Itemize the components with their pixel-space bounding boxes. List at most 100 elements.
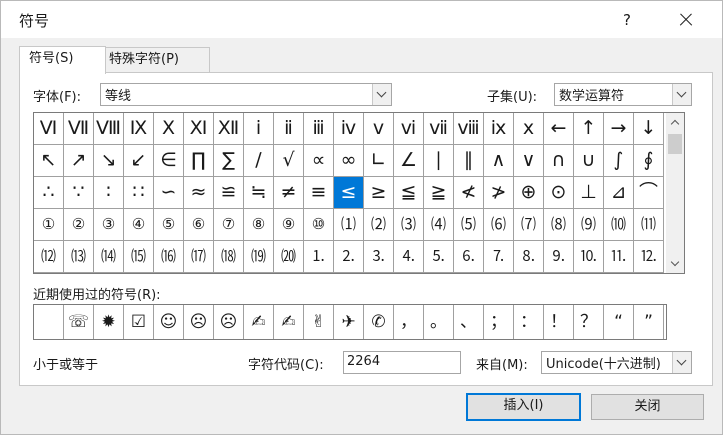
recent-symbol-cell[interactable]: ☏ [64, 305, 94, 339]
symbol-cell[interactable]: ∽ [154, 177, 184, 209]
symbol-cell[interactable]: ⅳ [334, 113, 364, 145]
symbol-cell[interactable]: ⅰ [244, 113, 274, 145]
symbol-cell[interactable]: ∝ [304, 145, 334, 177]
symbol-cell[interactable]: ∨ [514, 145, 544, 177]
symbol-cell[interactable]: ⅷ [454, 113, 484, 145]
symbol-cell[interactable]: ≌ [214, 177, 244, 209]
symbol-cell[interactable]: → [604, 113, 634, 145]
symbol-cell[interactable]: ⑼ [574, 209, 604, 241]
symbol-cell[interactable]: ⒄ [184, 241, 214, 273]
symbol-cell[interactable]: ⅵ [394, 113, 424, 145]
symbol-cell[interactable]: ⑾ [634, 209, 664, 241]
recent-symbol-cell[interactable]: ☑ [124, 305, 154, 339]
symbol-cell[interactable]: ⑸ [454, 209, 484, 241]
recent-symbol-cell[interactable]: ✆ [364, 305, 394, 339]
symbol-cell[interactable]: ⒅ [214, 241, 244, 273]
symbol-cell[interactable]: ⅸ [484, 113, 514, 145]
symbol-cell[interactable]: √ [274, 145, 304, 177]
from-select[interactable]: Unicode(十六进制) [541, 351, 692, 374]
scroll-down-icon[interactable] [666, 255, 684, 273]
symbol-cell[interactable]: Ⅸ [124, 113, 154, 145]
symbol-cell[interactable]: ↑ [574, 113, 604, 145]
symbol-cell[interactable]: ⒐ [544, 241, 574, 273]
recent-symbol-cell[interactable]: 。 [424, 305, 454, 339]
recent-symbol-cell[interactable]: ✈ [334, 305, 364, 339]
symbol-cell[interactable]: ≮ [454, 177, 484, 209]
recent-symbol-cell[interactable]: ✌ [304, 305, 334, 339]
insert-button[interactable]: 插入(I) [466, 393, 581, 421]
symbol-cell[interactable]: ∑ [214, 145, 244, 177]
symbol-cell[interactable]: ⑨ [274, 209, 304, 241]
symbol-cell[interactable]: ⑵ [364, 209, 394, 241]
help-button[interactable]: ? [614, 7, 640, 33]
symbol-cell[interactable]: ↘ [94, 145, 124, 177]
symbol-cell[interactable]: ⅲ [304, 113, 334, 145]
symbol-cell[interactable]: ↓ [634, 113, 664, 145]
symbol-cell[interactable]: ↖ [34, 145, 64, 177]
chevron-down-icon[interactable] [672, 352, 691, 373]
symbol-cell[interactable]: ⑽ [604, 209, 634, 241]
symbol-cell[interactable]: ≧ [424, 177, 454, 209]
symbol-cell[interactable]: ⅱ [274, 113, 304, 145]
recent-symbol-cell[interactable]: 、 [454, 305, 484, 339]
symbol-cell[interactable]: ⊕ [514, 177, 544, 209]
symbol-cell[interactable]: ∶ [94, 177, 124, 209]
symbol-cell[interactable]: ① [34, 209, 64, 241]
symbol-cell[interactable]: ∣ [424, 145, 454, 177]
symbol-cell[interactable]: ≤ [334, 177, 364, 209]
symbol-cell[interactable]: ⑷ [424, 209, 454, 241]
symbol-cell[interactable]: ∏ [184, 145, 214, 177]
symbol-cell[interactable]: ∟ [364, 145, 394, 177]
symbol-cell[interactable]: ≦ [394, 177, 424, 209]
symbol-cell[interactable]: ⒊ [364, 241, 394, 273]
symbol-cell[interactable]: ② [64, 209, 94, 241]
chevron-down-icon[interactable] [372, 84, 391, 105]
symbol-cell[interactable]: ∞ [334, 145, 364, 177]
recent-symbol-cell[interactable]: ， [394, 305, 424, 339]
symbol-cell[interactable]: ⅴ [364, 113, 394, 145]
recent-symbol-cell[interactable]: ； [484, 305, 514, 339]
symbol-cell[interactable]: ↙ [124, 145, 154, 177]
symbol-cell[interactable]: ⊥ [574, 177, 604, 209]
tab-special-characters[interactable]: 特殊字符(P) [99, 47, 210, 72]
symbol-cell[interactable]: ≡ [304, 177, 334, 209]
symbol-cell[interactable]: Ⅺ [184, 113, 214, 145]
symbol-cell[interactable]: Ⅹ [154, 113, 184, 145]
symbol-cell[interactable]: ⑤ [154, 209, 184, 241]
symbol-cell[interactable]: ⒋ [394, 241, 424, 273]
recent-symbol-cell[interactable]: ✍ [244, 305, 274, 339]
symbol-cell[interactable]: ⒓ [634, 241, 664, 273]
symbol-cell[interactable]: ⒌ [424, 241, 454, 273]
symbol-cell[interactable]: ⊙ [544, 177, 574, 209]
recent-symbol-cell[interactable]: ？ [574, 305, 604, 339]
symbol-cell[interactable]: ⑦ [214, 209, 244, 241]
symbol-cell[interactable]: ⑻ [544, 209, 574, 241]
symbol-cell[interactable]: ∩ [544, 145, 574, 177]
symbol-cell[interactable]: ≥ [364, 177, 394, 209]
symbol-cell[interactable]: Ⅶ [64, 113, 94, 145]
symbol-cell[interactable]: Ⅻ [214, 113, 244, 145]
symbol-cell[interactable]: ⒀ [64, 241, 94, 273]
close-button[interactable]: 关闭 [591, 394, 704, 420]
scroll-up-icon[interactable] [666, 113, 684, 131]
symbol-cell[interactable]: ⒁ [94, 241, 124, 273]
symbol-cell[interactable]: ∥ [454, 145, 484, 177]
symbol-cell[interactable]: ∫ [604, 145, 634, 177]
recent-symbol-cell[interactable]: ” [634, 305, 664, 339]
subset-select[interactable]: 数学运算符 [554, 83, 692, 106]
symbol-cell[interactable]: ⒍ [454, 241, 484, 273]
symbol-cell[interactable]: ≠ [274, 177, 304, 209]
symbol-cell[interactable]: ⌒ [634, 177, 664, 209]
symbol-cell[interactable]: ⑧ [244, 209, 274, 241]
symbol-cell[interactable]: ⑺ [514, 209, 544, 241]
symbol-cell[interactable]: ≈ [184, 177, 214, 209]
symbol-cell[interactable]: Ⅵ [34, 113, 64, 145]
symbol-cell[interactable]: ⊿ [604, 177, 634, 209]
char-code-input[interactable]: 2264 [343, 351, 461, 374]
symbol-cell[interactable]: ⒂ [124, 241, 154, 273]
symbol-cell[interactable]: ⒈ [304, 241, 334, 273]
symbol-cell[interactable]: ⒃ [154, 241, 184, 273]
symbol-cell[interactable]: ∷ [124, 177, 154, 209]
symbol-cell[interactable]: Ⅷ [94, 113, 124, 145]
symbol-cell[interactable]: ∈ [154, 145, 184, 177]
